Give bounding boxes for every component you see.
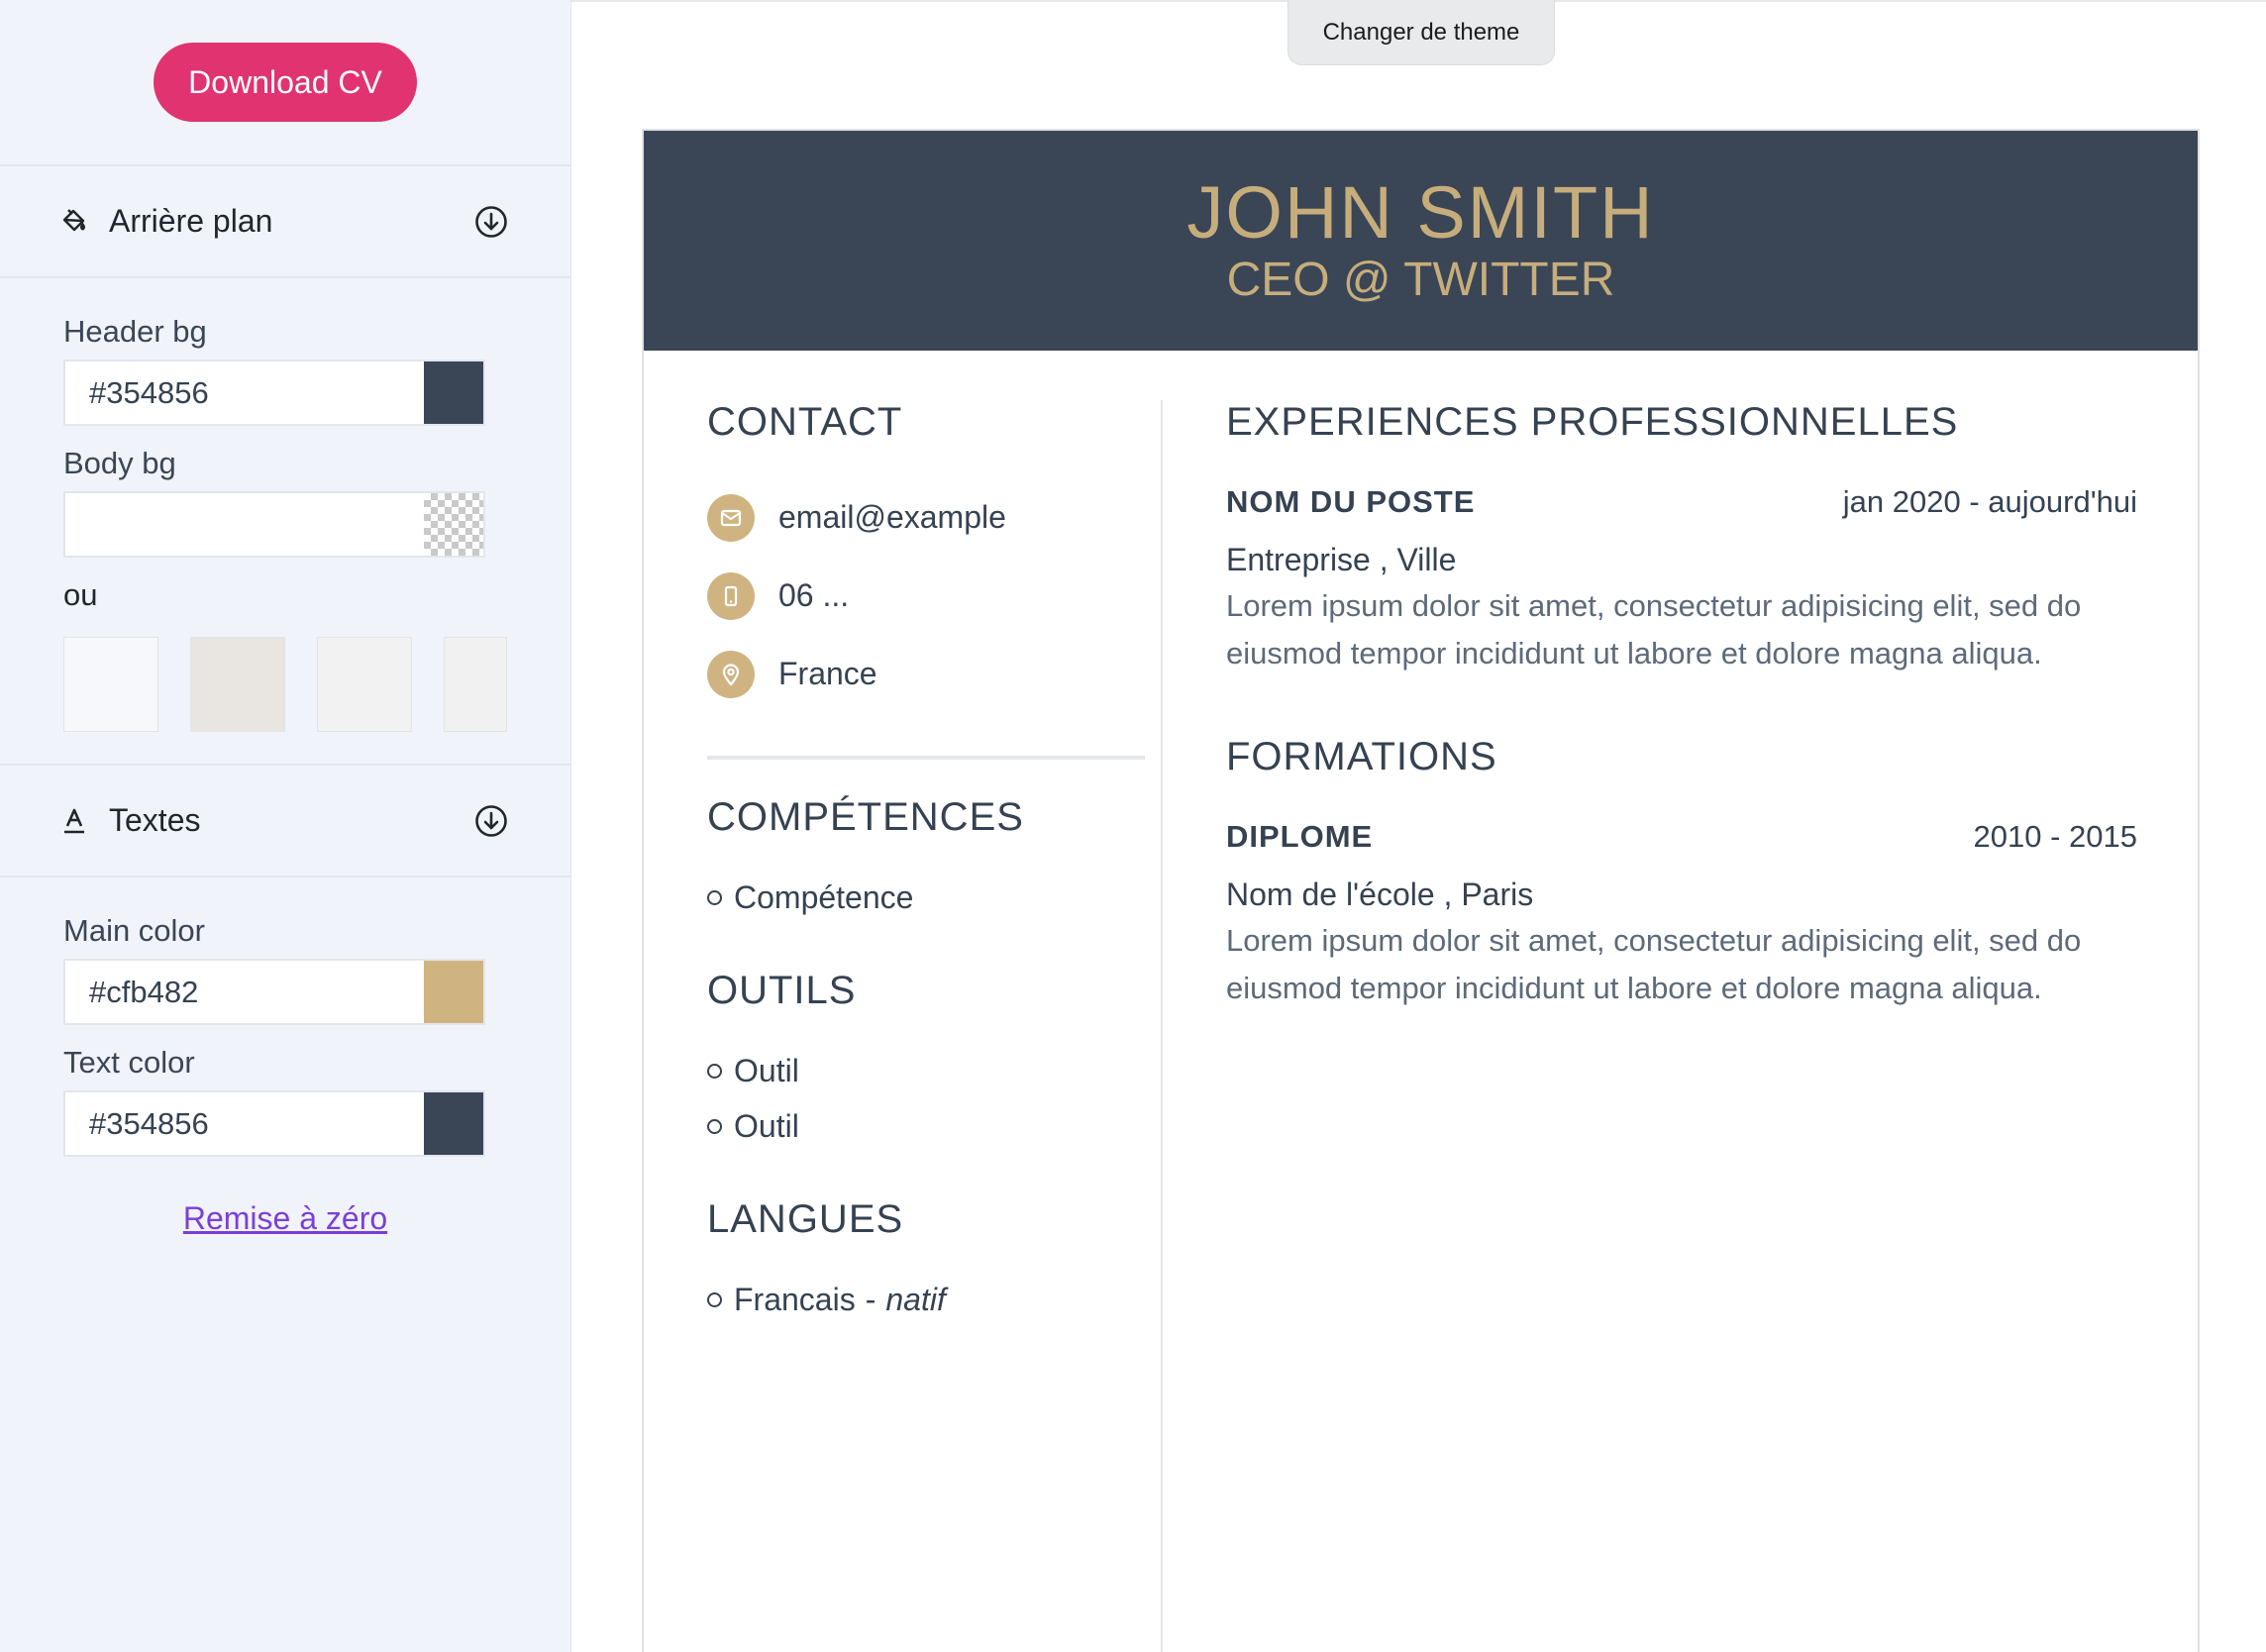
main-color-value[interactable]: #cfb482 xyxy=(65,961,424,1023)
tool-text: Outil xyxy=(734,1107,799,1144)
texture-option[interactable] xyxy=(317,637,412,732)
contact-phone-text: 06 ... xyxy=(778,577,850,613)
header-bg-label: Header bg xyxy=(63,314,207,349)
map-pin-icon xyxy=(707,650,755,698)
experience-heading: EXPERIENCES PROFESSIONNELLES xyxy=(1226,400,1959,444)
contact-email-text: email@example xyxy=(778,499,1006,535)
text-color-icon xyxy=(57,804,91,838)
contact-location: France xyxy=(707,635,1143,713)
tools-heading: OUTILS xyxy=(707,969,857,1012)
experience-company: Entreprise , Ville xyxy=(1226,542,1457,577)
contact-location-text: France xyxy=(778,656,877,691)
background-section-body: Header bg #354856 Body bg ou xyxy=(0,278,570,766)
cv-name: JOHN SMITH xyxy=(1186,170,1655,254)
main-color-label: Main color xyxy=(63,913,205,948)
education-row: DIPLOME 2010 - 2015 xyxy=(1226,819,2137,855)
contact-list: email@example 06 ... France xyxy=(707,478,1143,713)
text-color-label: Text color xyxy=(63,1045,195,1080)
languages-heading: LANGUES xyxy=(707,1197,904,1241)
tools-list: Outil Outil xyxy=(707,1043,1143,1154)
header-bg-value[interactable]: #354856 xyxy=(65,361,424,424)
contact-phone: 06 ... xyxy=(707,557,1143,635)
tool-text: Outil xyxy=(734,1052,799,1088)
list-item: Outil xyxy=(707,1098,1143,1154)
text-color-value[interactable]: #354856 xyxy=(65,1092,424,1155)
body-bg-swatch[interactable] xyxy=(424,493,483,556)
background-section-header[interactable]: Arrière plan xyxy=(0,166,570,278)
education-date: 2010 - 2015 xyxy=(1973,819,2137,854)
sidebar: Download CV Arrière plan Header bg #3548… xyxy=(0,0,571,1652)
text-section-body: Main color #cfb482 Text color #354856 Re… xyxy=(0,878,570,1237)
or-label: ou xyxy=(63,577,98,612)
languages-list: Francais - natif xyxy=(707,1272,1143,1327)
reset-wrap: Remise à zéro xyxy=(63,1177,507,1237)
change-theme-button[interactable]: Changer de theme xyxy=(1288,0,1555,65)
column-divider xyxy=(1161,400,1163,1652)
experience-date: jan 2020 - aujourd'hui xyxy=(1842,484,2137,519)
education-title: DIPLOME xyxy=(1226,819,1374,854)
envelope-icon xyxy=(707,493,755,542)
texture-options xyxy=(63,637,507,764)
list-item: Francais - natif xyxy=(707,1272,1143,1327)
text-section-title: Textes xyxy=(109,802,201,838)
skills-heading: COMPÉTENCES xyxy=(707,795,1024,839)
text-color-field[interactable]: #354856 xyxy=(63,1090,485,1157)
language-name: Francais xyxy=(734,1281,856,1317)
list-item: Compétence xyxy=(707,870,1143,925)
cv-right-column: EXPERIENCES PROFESSIONNELLES NOM DU POST… xyxy=(1226,400,2137,1012)
texture-option[interactable] xyxy=(190,637,285,732)
paint-bucket-icon xyxy=(57,205,91,239)
header-bg-field[interactable]: #354856 xyxy=(63,360,485,426)
language-separator: - xyxy=(865,1281,876,1317)
body-bg-value[interactable] xyxy=(65,493,424,556)
education-heading: FORMATIONS xyxy=(1226,735,1497,778)
main-color-swatch[interactable] xyxy=(424,961,483,1023)
download-area: Download CV xyxy=(0,0,570,166)
bullet-icon xyxy=(707,1063,722,1079)
cv-document: JOHN SMITH CEO @ TWITTER CONTACT email@e… xyxy=(642,129,2200,1652)
language-level: natif xyxy=(885,1281,946,1317)
experience-title: NOM DU POSTE xyxy=(1226,484,1476,519)
cv-role: CEO @ TWITTER xyxy=(1226,254,1615,307)
contact-divider xyxy=(707,756,1145,760)
background-section-title: Arrière plan xyxy=(109,203,273,239)
download-cv-button[interactable]: Download CV xyxy=(154,43,417,122)
text-color-swatch[interactable] xyxy=(424,1092,483,1155)
texture-option[interactable] xyxy=(63,637,158,732)
education-description: Lorem ipsum dolor sit amet, consectetur … xyxy=(1226,923,2082,1005)
header-bg-swatch[interactable] xyxy=(424,361,483,424)
contact-email: email@example xyxy=(707,478,1143,557)
cv-left-column: CONTACT email@example 06 ... France COMP… xyxy=(707,400,1145,1371)
arrow-down-circle-icon[interactable] xyxy=(473,803,509,839)
app: Download CV Arrière plan Header bg #3548… xyxy=(0,0,2266,1652)
main-color-field[interactable]: #cfb482 xyxy=(63,959,485,1025)
education-school: Nom de l'école , Paris xyxy=(1226,877,1534,912)
experience-description: Lorem ipsum dolor sit amet, consectetur … xyxy=(1226,588,2082,671)
texture-option[interactable] xyxy=(444,637,507,732)
body-bg-field[interactable] xyxy=(63,491,485,558)
bullet-icon xyxy=(707,1118,722,1134)
skill-text: Compétence xyxy=(734,878,914,915)
phone-icon xyxy=(707,571,755,620)
body-bg-label: Body bg xyxy=(63,446,176,480)
contact-heading: CONTACT xyxy=(707,400,903,444)
text-section-header[interactable]: Textes xyxy=(0,766,570,878)
arrow-down-circle-icon[interactable] xyxy=(473,204,509,240)
cv-header: JOHN SMITH CEO @ TWITTER xyxy=(644,131,2198,351)
bullet-icon xyxy=(707,889,722,905)
list-item: Outil xyxy=(707,1043,1143,1098)
reset-link[interactable]: Remise à zéro xyxy=(183,1200,387,1236)
bullet-icon xyxy=(707,1291,722,1307)
skills-list: Compétence xyxy=(707,870,1143,925)
experience-row: NOM DU POSTE jan 2020 - aujourd'hui xyxy=(1226,484,2137,520)
